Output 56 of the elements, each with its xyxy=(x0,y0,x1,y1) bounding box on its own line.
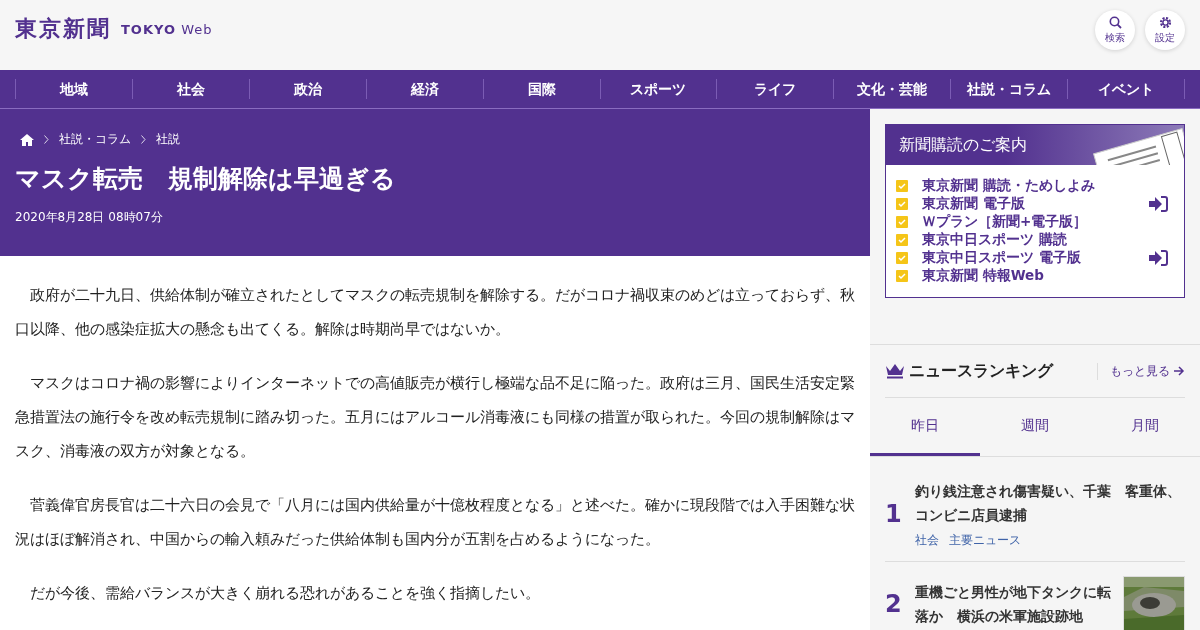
crown-icon xyxy=(885,363,905,379)
breadcrumb-link[interactable]: 社説・コラム xyxy=(59,131,131,148)
nav-link[interactable]: 経済 xyxy=(365,79,483,99)
article-paragraph: 菅義偉官房長官は二十六日の会見で「八月には国内供給量が十億枚程度となる」と述べた。確かに現段階では入手困難な状況はほぼ解消され、中国からの輸入頼みだった供給体制も国内分が五割を占めるようになった。 xyxy=(15,495,855,550)
site-logo[interactable]: 東京新聞 xyxy=(15,14,111,44)
nav-link[interactable]: 文化・芸能 xyxy=(833,79,951,99)
subscription-link[interactable]: 東京中日スポーツ 電子版 xyxy=(922,249,1135,267)
checkbox-icon xyxy=(896,216,908,228)
checkbox-icon xyxy=(896,252,908,264)
category-link[interactable]: 主要ニュース xyxy=(949,532,1021,549)
ranking-tab[interactable]: 月間 xyxy=(1090,398,1200,456)
checkbox-icon xyxy=(896,234,908,246)
subscription-link[interactable]: Ｗプラン［新聞+電子版］ xyxy=(922,213,1174,231)
checkbox-icon xyxy=(896,180,908,192)
article-title: マスク転売 規制解除は早過ぎる xyxy=(15,163,397,195)
subscription-link[interactable]: 東京新聞 特報Web xyxy=(922,267,1174,285)
nav-link[interactable]: ライフ xyxy=(716,79,834,99)
news-headline[interactable]: 重機ごと男性が地下タンクに転落か 横浜の米軍施設跡地 xyxy=(915,580,1113,628)
chevron-icon xyxy=(141,135,146,144)
nav-link[interactable]: 社説・コラム xyxy=(950,79,1068,99)
login-icon[interactable] xyxy=(1149,196,1168,212)
article-paragraph: マスクはコロナ禍の影響によりインターネットでの高値販売が横行し極端な品不足に陥った。政府は三月、国民生活安定緊急措置法の施行令を改め転売規制に踏み切った。五月にはアルコール消毒液にも同様の措置が取られた。今回の規制解除はマスク、消毒液の双方が対象となる。 xyxy=(15,373,855,462)
subscription-link[interactable]: 東京中日スポーツ 購読 xyxy=(922,231,1174,249)
breadcrumb-link[interactable]: 社説 xyxy=(156,131,180,148)
subscription-link[interactable]: 東京新聞 購読・ためしよみ xyxy=(922,177,1174,195)
nav-link[interactable]: 政治 xyxy=(248,79,366,99)
news-headline[interactable]: 釣り銭注意され傷害疑い、千葉 客重体、コンビニ店員逮捕 xyxy=(915,479,1185,527)
more-link[interactable]: もっと見る xyxy=(1097,362,1170,380)
nav-link[interactable]: 社会 xyxy=(131,79,249,99)
settings-icon xyxy=(1158,15,1172,29)
chevron-icon xyxy=(44,135,49,144)
login-icon[interactable] xyxy=(1149,250,1168,266)
rank-number: 2 xyxy=(885,590,903,618)
section-title: ニュースランキング xyxy=(909,360,1055,382)
subscription-header: 新聞購読のご案内 xyxy=(886,125,1184,165)
arrow-right-icon[interactable] xyxy=(1174,366,1185,376)
checkbox-icon xyxy=(896,270,908,282)
checkbox-icon xyxy=(896,198,908,210)
nav-link[interactable]: 地域 xyxy=(15,79,132,99)
settings-button[interactable]: 設定 xyxy=(1145,10,1185,50)
article-date: 2020年8月28日 08時07分 xyxy=(15,209,164,226)
nav-link[interactable]: イベント xyxy=(1067,79,1186,99)
subscription-link[interactable]: 東京新聞 電子版 xyxy=(922,195,1135,213)
article-paragraph: だが今後、需給バランスが大きく崩れる恐れがあることを強く指摘したい。 xyxy=(29,583,541,604)
nav-link[interactable]: スポーツ xyxy=(599,79,717,99)
nav-link[interactable]: 国際 xyxy=(482,79,600,99)
ranking-item[interactable]: 1 釣り銭注意され傷害疑い、千葉 客重体、コンビニ店員逮捕 社会 主要ニュース xyxy=(885,457,1185,562)
home-icon[interactable] xyxy=(20,133,34,146)
ranking-tab[interactable]: 昨日 xyxy=(870,398,980,456)
site-logo-subtitle: TOKYO Web xyxy=(121,21,213,37)
rank-number: 1 xyxy=(885,500,903,528)
ranking-tab[interactable]: 週間 xyxy=(980,398,1090,456)
search-icon xyxy=(1108,15,1122,29)
category-link[interactable]: 社会 xyxy=(915,532,939,549)
search-button[interactable]: 検索 xyxy=(1095,10,1135,50)
article-paragraph: 政府が二十九日、供給体制が確立されたとしてマスクの転売規制を解除する。だがコロナ禍収束のめどは立っておらず、秋口以降、他の感染症拡大の懸念も出てくる。解除は時期尚早ではないか。 xyxy=(15,285,855,340)
